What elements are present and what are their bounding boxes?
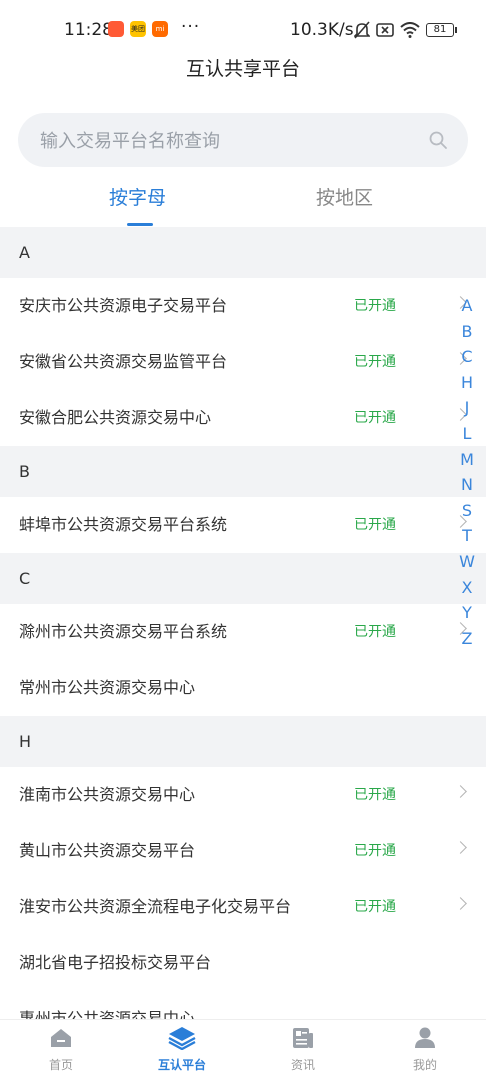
index-letter[interactable]: T [458,523,476,549]
platform-name: 安徽合肥公共资源交易中心 [19,408,212,427]
index-letter[interactable]: Z [458,626,476,652]
app-orange-icon [108,21,124,37]
platform-list: A 安庆市公共资源电子交易平台 已开通 安徽省公共资源交易监管平台 已开通 安徽… [0,227,486,1047]
mi-icon: mi [152,21,168,37]
index-letter[interactable]: B [458,319,476,345]
nav-mine[interactable]: 我的 [385,1026,465,1073]
nav-platform[interactable]: 互认平台 [142,1026,222,1073]
list-item[interactable]: 淮南市公共资源交易中心 已开通 [0,767,486,823]
index-letter[interactable]: A [458,293,476,319]
platform-name: 安庆市公共资源电子交易平台 [19,296,228,315]
section-header-h: H [0,716,486,767]
meituan-icon: 美团 [130,21,146,37]
status-bar: 11:28 美团 mi ··· 10.3K/s 81 [0,0,486,44]
chevron-right-icon [454,897,467,910]
status-label: 已开通 [354,843,396,859]
list-item[interactable]: 安庆市公共资源电子交易平台 已开通 [0,278,486,334]
more-notifications-icon: ··· [181,17,201,37]
status-label: 已开通 [354,899,396,915]
list-item[interactable]: 安徽省公共资源交易监管平台 已开通 [0,334,486,390]
notification-icons: 美团 mi [108,21,168,37]
platform-name: 常州市公共资源交易中心 [19,678,196,697]
tab-active-indicator [127,223,153,226]
tab-bar: 按字母 按地区 [0,180,486,228]
index-letter[interactable]: N [458,472,476,498]
nav-home[interactable]: 首页 [21,1026,101,1073]
nav-label: 首页 [48,1058,73,1072]
index-letter[interactable]: L [458,421,476,447]
status-label: 已开通 [354,298,396,314]
status-time: 11:28 [64,20,113,40]
user-icon [415,1027,435,1048]
section-header-b: B [0,446,486,497]
section-header-c: C [0,553,486,604]
sim-off-icon [376,23,394,37]
alphabet-index[interactable]: A B C H J L M N S T W X Y Z [458,293,476,651]
search-icon[interactable] [428,130,448,150]
tab-by-letter[interactable]: 按字母 [109,183,166,210]
status-label: 已开通 [354,624,396,640]
page-title: 互认共享平台 [185,58,300,80]
section-header-a: A [0,227,486,278]
status-label: 已开通 [354,517,396,533]
platform-name: 淮安市公共资源全流程电子化交易平台 [19,897,292,916]
layers-icon [168,1027,196,1051]
index-letter[interactable]: J [458,395,476,421]
nav-label: 资讯 [290,1058,315,1072]
list-item[interactable]: 淮安市公共资源全流程电子化交易平台 已开通 [0,879,486,935]
list-item[interactable]: 常州市公共资源交易中心 [0,660,486,716]
search-bar[interactable] [18,113,468,169]
list-item[interactable]: 滁州市公共资源交易平台系统 已开通 [0,604,486,660]
index-letter[interactable]: C [458,344,476,370]
platform-name: 黄山市公共资源交易平台 [19,841,196,860]
index-letter[interactable]: S [458,498,476,524]
news-icon [293,1028,313,1048]
platform-name: 淮南市公共资源交易中心 [19,785,196,804]
chevron-right-icon [454,841,467,854]
search-input[interactable] [38,113,422,169]
battery-icon: 81 [426,23,457,37]
status-label: 已开通 [354,787,396,803]
network-speed: 10.3K/s [290,20,354,40]
system-icons: 81 [354,21,457,39]
platform-name: 滁州市公共资源交易平台系统 [19,622,228,641]
status-label: 已开通 [354,354,396,370]
platform-name: 安徽省公共资源交易监管平台 [19,352,228,371]
bottom-nav: 首页 互认平台 资讯 我的 [0,1019,486,1081]
list-item[interactable]: 安徽合肥公共资源交易中心 已开通 [0,390,486,446]
list-item[interactable]: 蚌埠市公共资源交易平台系统 已开通 [0,497,486,553]
nav-label: 互认平台 [157,1058,206,1072]
index-letter[interactable]: X [458,575,476,601]
platform-name: 湖北省电子招投标交易平台 [19,953,212,972]
home-icon [51,1029,71,1047]
status-label: 已开通 [354,410,396,426]
list-item[interactable]: 湖北省电子招投标交易平台 [0,935,486,991]
index-letter[interactable]: M [458,447,476,473]
mute-icon [354,21,370,39]
index-letter[interactable]: H [458,370,476,396]
index-letter[interactable]: Y [458,600,476,626]
chevron-right-icon [454,785,467,798]
platform-name: 蚌埠市公共资源交易平台系统 [19,515,228,534]
nav-label: 我的 [412,1058,437,1072]
list-item[interactable]: 黄山市公共资源交易平台 已开通 [0,823,486,879]
index-letter[interactable]: W [458,549,476,575]
wifi-icon [400,22,420,38]
tab-by-region[interactable]: 按地区 [316,183,373,210]
nav-news[interactable]: 资讯 [263,1026,343,1073]
